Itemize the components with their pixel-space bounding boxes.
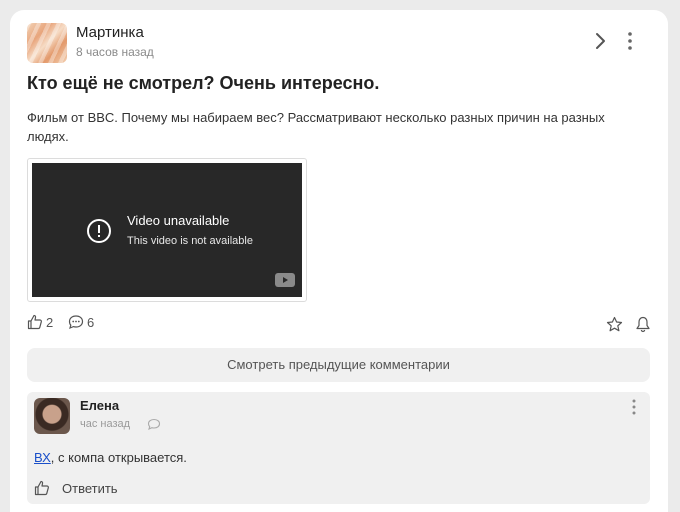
star-icon[interactable] [606, 316, 623, 333]
comments-count: 6 [87, 314, 95, 330]
commenter-avatar[interactable] [34, 398, 70, 434]
comment-time[interactable]: час назад [80, 418, 130, 430]
video-unavailable-subtitle: This video is not available [127, 235, 253, 247]
comment-more-icon[interactable] [629, 398, 639, 416]
video-player[interactable]: Video unavailable This video is not avai… [32, 163, 302, 297]
thumbs-up-icon [27, 314, 42, 330]
video-embed[interactable]: Video unavailable This video is not avai… [27, 158, 307, 302]
bell-icon[interactable] [635, 316, 651, 333]
post-author[interactable]: Мартинка [76, 24, 144, 41]
post-title: Кто ещё не смотрел? Очень интересно. [27, 73, 380, 93]
comment-body: , с компа открывается. [50, 450, 187, 465]
youtube-icon[interactable] [275, 273, 295, 287]
video-unavailable-title: Video unavailable [127, 213, 230, 228]
like-button[interactable]: 2 [27, 314, 53, 330]
view-previous-comments-button[interactable]: Смотреть предыдущие комментарии [27, 348, 650, 382]
comment-author[interactable]: Елена [80, 398, 119, 413]
reply-button[interactable]: Ответить [34, 480, 118, 496]
alert-circle-icon [87, 219, 111, 243]
post-time[interactable]: 8 часов назад [76, 45, 154, 59]
comment-link[interactable]: ВХ [34, 450, 51, 465]
comment-text: ВХ, с компа открывается. [34, 450, 187, 465]
likes-count: 2 [46, 314, 54, 330]
thumbs-up-icon[interactable] [34, 480, 50, 496]
reply-label: Ответить [62, 480, 118, 496]
post-text: Фильм от BBC. Почему мы набираем вес? Ра… [27, 110, 605, 144]
author-avatar[interactable] [27, 23, 67, 63]
comment-icon [68, 315, 84, 330]
chevron-right-icon[interactable] [590, 30, 610, 52]
comment-bubble-icon[interactable] [147, 418, 161, 431]
comment: Елена час назад ВХ, с компа открывается.… [27, 392, 650, 504]
more-vertical-icon[interactable] [622, 30, 638, 52]
comments-button[interactable]: 6 [68, 314, 94, 330]
post-card: Мартинка 8 часов назад Кто ещё не смотре… [10, 10, 668, 512]
